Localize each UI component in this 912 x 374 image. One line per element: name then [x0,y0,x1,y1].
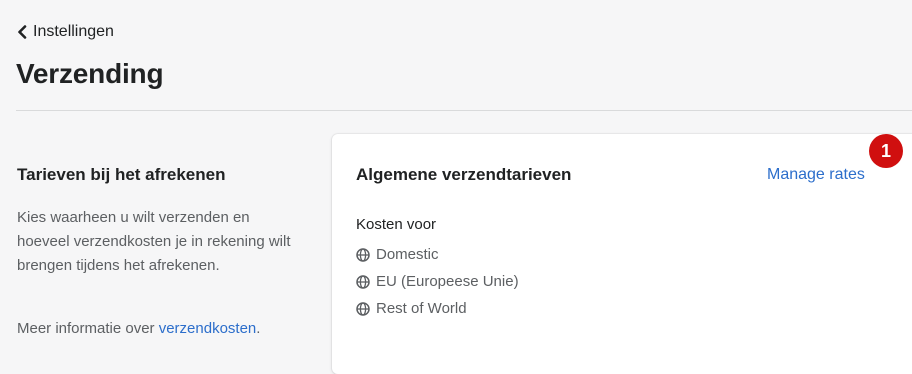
zone-label: Rest of World [376,300,467,317]
step-marker-badge: 1 [869,134,903,168]
back-link-label: Instellingen [33,23,114,40]
shipping-costs-link[interactable]: verzendkosten [159,320,257,337]
card-title: Algemene verzendtarieven [356,165,572,184]
more-info-prefix: Meer informatie over [17,320,159,337]
section-more-info: Meer informatie over verzendkosten. [17,320,260,337]
globe-icon [356,247,370,262]
section-heading: Tarieven bij het afrekenen [17,165,226,184]
zone-label: Domestic [376,246,439,263]
zone-list: Domestic EU (Europeese Unie) Rest of Wor… [356,241,519,322]
zone-item: Rest of World [356,295,519,322]
zone-item: EU (Europeese Unie) [356,268,519,295]
globe-icon [356,301,370,316]
costs-label: Kosten voor [356,216,437,233]
manage-rates-link[interactable]: Manage rates [767,166,865,184]
zone-label: EU (Europeese Unie) [376,273,519,290]
header-divider [16,110,912,111]
section-description: Kies waarheen u wilt verzenden en hoevee… [17,209,291,274]
zone-item: Domestic [356,241,519,268]
globe-icon [356,274,370,289]
page-title: Verzending [16,58,164,89]
back-link[interactable]: Instellingen [17,23,114,41]
shipping-rates-card: Algemene verzendtarieven Manage rates Ko… [332,134,912,374]
chevron-left-icon [18,25,27,39]
more-info-suffix: . [256,320,261,337]
